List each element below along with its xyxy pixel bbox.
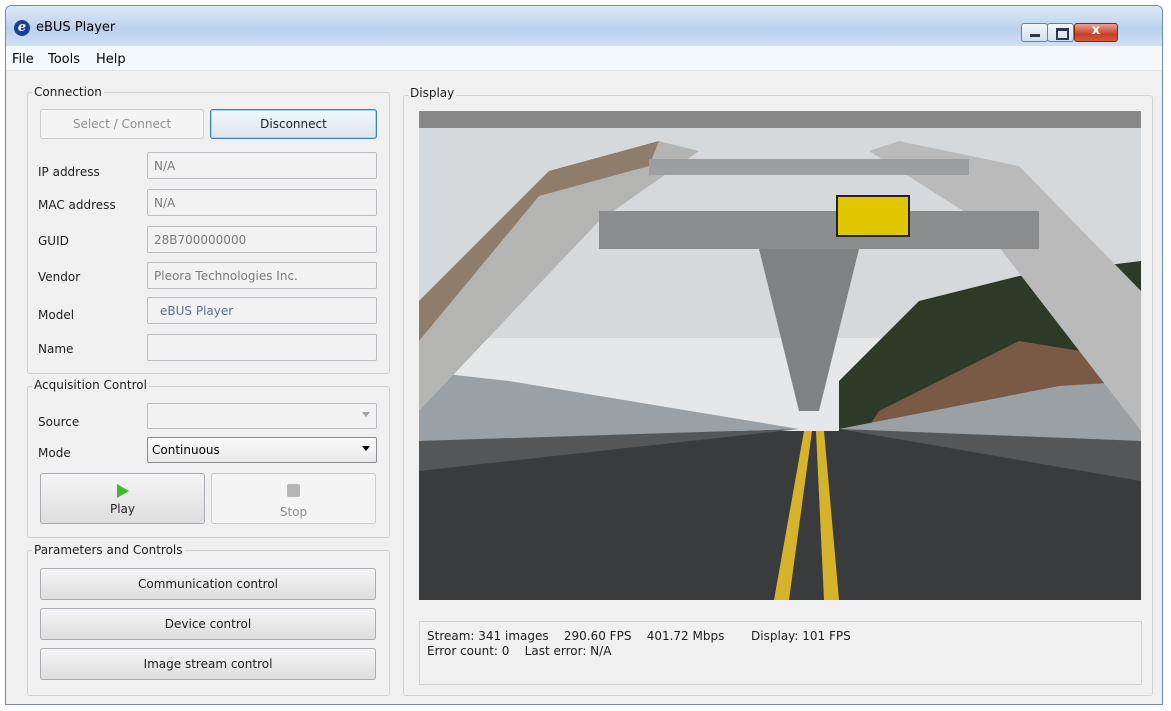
device-control-button[interactable]: Device control <box>40 608 376 640</box>
mac-address-field: N/A <box>147 189 377 216</box>
ip-address-field: N/A <box>147 152 377 179</box>
minimize-button[interactable] <box>1021 23 1048 42</box>
stop-icon <box>287 484 300 497</box>
bridge-image <box>419 111 1141 600</box>
model-field: eBUS Player <box>147 297 377 324</box>
source-label: Source <box>38 415 80 429</box>
model-label: Model <box>38 308 75 322</box>
vendor-label: Vendor <box>38 270 81 284</box>
maximize-icon <box>1056 28 1069 40</box>
status-panel: Stream: 341 images 290.60 FPS 401.72 Mbp… <box>419 621 1142 685</box>
close-icon: x <box>1091 23 1101 38</box>
menu-tools[interactable]: Tools <box>48 52 80 67</box>
close-button[interactable]: x <box>1074 23 1118 42</box>
title-bar[interactable]: e eBUS Player x <box>6 6 1162 46</box>
stop-button[interactable]: Stop <box>211 473 376 524</box>
mode-label: Mode <box>38 446 71 460</box>
window-title: eBUS Player <box>36 20 116 35</box>
stream-stats: Stream: 341 images 290.60 FPS 401.72 Mbp… <box>427 629 851 643</box>
play-label: Play <box>109 502 136 516</box>
minimize-icon <box>1030 34 1040 37</box>
display-group-title: Display <box>408 86 457 100</box>
maximize-button[interactable] <box>1047 23 1074 42</box>
chevron-down-icon <box>362 446 370 451</box>
mac-address-label: MAC address <box>38 198 116 212</box>
guid-field: 28B700000000 <box>147 226 377 253</box>
mode-dropdown[interactable]: Continuous <box>147 437 377 463</box>
guid-label: GUID <box>38 234 69 248</box>
disconnect-button[interactable]: Disconnect <box>210 109 377 139</box>
image-stream-control-button[interactable]: Image stream control <box>40 648 376 680</box>
video-display[interactable] <box>419 111 1141 600</box>
connection-group-title: Connection <box>32 85 104 99</box>
clearance-sign <box>836 195 910 237</box>
vendor-field: Pleora Technologies Inc. <box>147 262 377 289</box>
display-top-bar <box>419 111 1141 128</box>
name-label: Name <box>38 342 74 356</box>
source-dropdown[interactable] <box>147 403 377 429</box>
chevron-down-icon <box>362 412 370 417</box>
acquisition-control-title: Acquisition Control <box>32 378 149 392</box>
menu-file[interactable]: File <box>12 52 34 67</box>
select-connect-button[interactable]: Select / Connect <box>40 109 204 139</box>
upper-beam <box>649 159 969 175</box>
parameters-controls-title: Parameters and Controls <box>32 543 185 557</box>
menu-bar: File Tools Help <box>6 46 1162 71</box>
communication-control-button[interactable]: Communication control <box>40 568 376 600</box>
error-stats: Error count: 0 Last error: N/A <box>427 644 612 658</box>
ip-address-label: IP address <box>38 165 100 179</box>
app-logo-icon: e <box>14 20 30 36</box>
app-window: e eBUS Player x File Tools Help Connecti… <box>5 5 1163 705</box>
mode-value: Continuous <box>152 443 220 457</box>
play-button[interactable]: Play <box>40 473 205 524</box>
stop-label: Stop <box>279 505 308 519</box>
menu-help[interactable]: Help <box>96 52 126 67</box>
play-icon <box>117 484 129 498</box>
cross-beam <box>599 211 1039 249</box>
name-field <box>147 334 377 361</box>
